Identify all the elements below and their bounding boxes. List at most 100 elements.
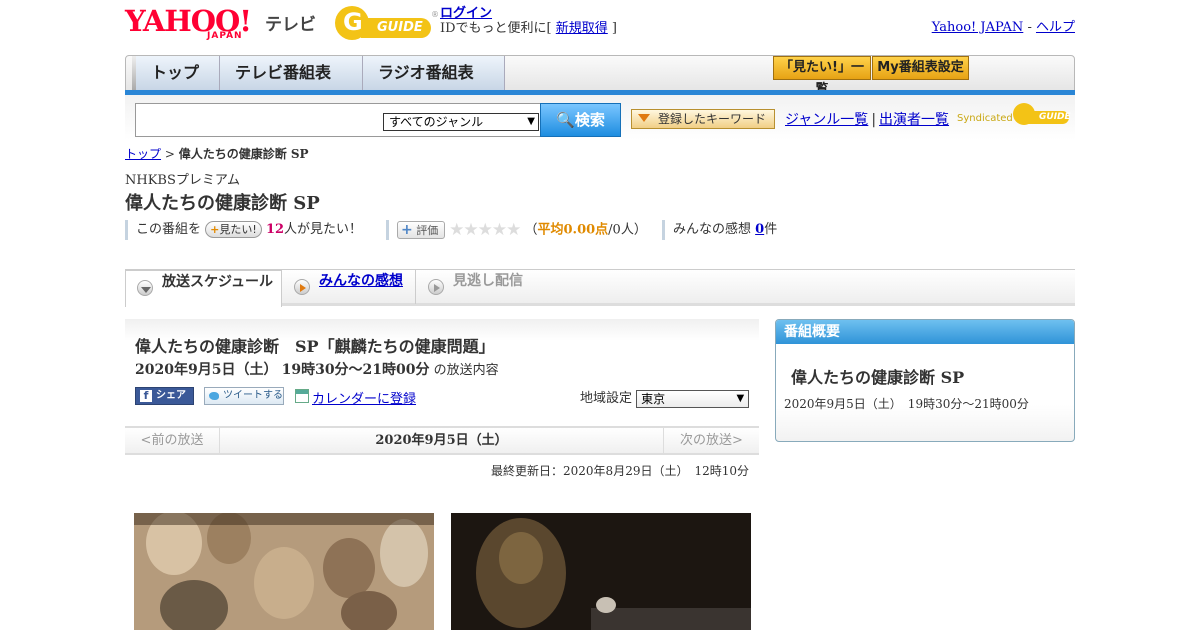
syndicated-text: Syndicated (957, 113, 1013, 124)
login-desc-end: ] (607, 21, 617, 36)
tab-minogashi: 見逃し配信 (417, 270, 557, 304)
program-info-row: この番組を +見たい! 12人が見たい！ + 評価 ★★★★★ （平均0.00点… (125, 220, 825, 242)
gguide-logo[interactable]: GUIDE (335, 6, 433, 40)
rate-button-label: 評価 (416, 224, 439, 237)
login-desc: IDでもっと便利に[ (440, 21, 556, 36)
avg-score: 平均0.00点 (537, 222, 609, 238)
avg-people: /0人） (608, 222, 647, 238)
link-separator: | (871, 112, 877, 128)
broadcast-title: 偉人たちの健康診断 SP「麒麟たちの健康問題」 (135, 337, 495, 356)
play-arrow-icon (294, 279, 310, 295)
broadcast-pager: <前の放送 2020年9月5日（土） 次の放送> (125, 426, 759, 455)
service-name: テレビ (265, 15, 316, 35)
mitai-prefix: この番組を (136, 222, 202, 237)
tweet-button-label: ツイートする (223, 390, 283, 401)
rate-button[interactable]: + 評価 (397, 221, 445, 239)
facebook-share-label: シェア (156, 390, 186, 401)
plus-icon: + (401, 222, 413, 238)
yahoo-logo-sub: JAPAN (207, 31, 243, 41)
dropdown-arrow-icon: ▼ (527, 116, 535, 127)
kansou-section: みんなの感想 0件 (662, 220, 777, 240)
tab-kansou-label[interactable]: みんなの感想 (319, 273, 403, 289)
kansou-count-link[interactable]: 0 (755, 222, 764, 237)
avg-open: （ (524, 222, 538, 238)
dark-scene-illustration (451, 513, 751, 630)
genre-select-value: すべてのジャンル (389, 115, 484, 129)
calendar-link[interactable]: カレンダーに登録 (295, 388, 416, 407)
facebook-icon: f (140, 390, 152, 402)
next-broadcast-link[interactable]: 次の放送> (663, 428, 759, 453)
syndicated-logo: Syndicated GUIDE (957, 103, 1071, 129)
keyword-button[interactable]: 登録したキーワード (631, 109, 775, 129)
last-updated: 最終更新日：2020年8月29日（土） 12時10分 (491, 464, 749, 478)
play-arrow-icon (428, 279, 444, 295)
tab-minogashi-label: 見逃し配信 (453, 273, 523, 289)
registered-mark: ® (431, 10, 439, 19)
program-overview-panel: 番組概要 偉人たちの健康診断 SP 2020年9月5日（土） 19時30分～21… (775, 319, 1075, 442)
tab-schedule-label: 放送スケジュール (162, 274, 274, 290)
prev-broadcast-link[interactable]: <前の放送 (125, 428, 220, 453)
tab-schedule[interactable]: 放送スケジュール (125, 270, 282, 307)
calendar-link-label: カレンダーに登録 (312, 392, 417, 407)
calendar-icon (295, 389, 309, 403)
link-separator: - (1023, 20, 1036, 35)
yahoo-logo[interactable]: YAHOO! JAPAN テレビ (125, 6, 316, 41)
my-bangumi-button[interactable]: My番組表設定 (872, 56, 969, 80)
broadcast-date-time: 19時30分～21時00分 (281, 362, 430, 378)
region-select[interactable]: 東京 ▼ (636, 389, 750, 408)
program-image-portraits (134, 513, 434, 630)
program-image-dark-scene (451, 513, 751, 630)
region-setting: 地域設定 東京 ▼ (580, 387, 750, 408)
breadcrumb-current: 偉人たちの健康診断 SP (178, 147, 309, 161)
search-button-label: 検索 (574, 111, 605, 129)
kansou-suffix: 件 (764, 222, 778, 237)
program-title: 偉人たちの健康診断 SP (125, 193, 320, 214)
nav-tab-top[interactable]: トップ (136, 56, 220, 90)
search-icon: 🔍 (556, 111, 575, 129)
mitai-button[interactable]: +見たい! (205, 221, 262, 238)
mitai-count: 12 (265, 222, 285, 237)
current-broadcast-date: 2020年9月5日（土） (375, 433, 508, 448)
signup-link[interactable]: 新規取得 (556, 21, 608, 36)
portraits-illustration (134, 513, 434, 630)
gguide-small-logo: GUIDE (1013, 103, 1071, 125)
nav-tabs: トップ テレビ番組表 ラジオ番組表 (136, 56, 505, 90)
broadcast-date: 2020年9月5日（土） 19時30分～21時00分 の放送内容 (135, 359, 499, 379)
performer-list-link[interactable]: 出演者一覧 (879, 112, 949, 128)
tweet-button[interactable]: ツイートする (204, 387, 284, 405)
nav-tab-radio[interactable]: ラジオ番組表 (363, 56, 505, 90)
yahoo-japan-link[interactable]: Yahoo! JAPAN (932, 20, 1024, 35)
top-links: Yahoo! JAPAN - ヘルプ (932, 16, 1075, 35)
login-link[interactable]: ログイン (440, 6, 492, 21)
mitai-suffix: 人が見たい！ (284, 222, 363, 237)
overview-date: 2020年9月5日（土） 19時30分～21時00分 (784, 397, 1029, 411)
content-tabs: 放送スケジュール みんなの感想 見逃し配信 (125, 269, 1075, 307)
main-nav: トップ テレビ番組表 ラジオ番組表 「見たい!」一覧 My番組表設定 (125, 55, 1075, 97)
genre-list-link[interactable]: ジャンル一覧 (785, 112, 868, 128)
region-label: 地域設定 (580, 391, 633, 406)
channel-name: NHKBSプレミアム (125, 173, 240, 188)
genre-select[interactable]: すべてのジャンル ▼ (383, 113, 539, 131)
overview-title: 偉人たちの健康診断 SP (791, 368, 965, 387)
tab-kansou[interactable]: みんなの感想 (283, 270, 416, 304)
broadcast-box: 偉人たちの健康診断 SP「麒麟たちの健康問題」 2020年9月5日（土） 19時… (125, 319, 759, 427)
gguide-text: GUIDE (361, 18, 431, 38)
breadcrumb: トップ > 偉人たちの健康診断 SP (125, 145, 309, 162)
page: YAHOO! JAPAN テレビ GUIDE ® ログイン IDでもっと便利に[… (125, 0, 1075, 630)
search-button[interactable]: 🔍検索 (540, 103, 621, 137)
mitai-section: この番組を +見たい! 12人が見たい！ (125, 220, 362, 240)
overview-header: 番組概要 (776, 320, 1074, 344)
mitai-list-button[interactable]: 「見たい!」一覧 (773, 56, 871, 97)
rating-section: + 評価 ★★★★★ （平均0.00点/0人） (386, 220, 647, 240)
facebook-share-button[interactable]: f シェア (135, 387, 194, 405)
nav-tab-tv[interactable]: テレビ番組表 (220, 56, 363, 90)
search-area: すべてのジャンル ▼ 🔍検索 登録したキーワード ジャンル一覧 | 出演者一覧 Sy… (125, 95, 1075, 140)
broadcast-date-day: 2020年9月5日（土） (135, 362, 278, 378)
kansou-prefix: みんなの感想 (673, 222, 756, 237)
breadcrumb-sep: > (161, 147, 179, 161)
broadcast-date-suffix: の放送内容 (433, 363, 499, 378)
gguide-small-text: GUIDE (1027, 111, 1071, 124)
help-link[interactable]: ヘルプ (1036, 20, 1075, 35)
login-box: ログイン IDでもっと便利に[ 新規取得 ] (440, 6, 617, 36)
breadcrumb-top[interactable]: トップ (125, 147, 161, 161)
